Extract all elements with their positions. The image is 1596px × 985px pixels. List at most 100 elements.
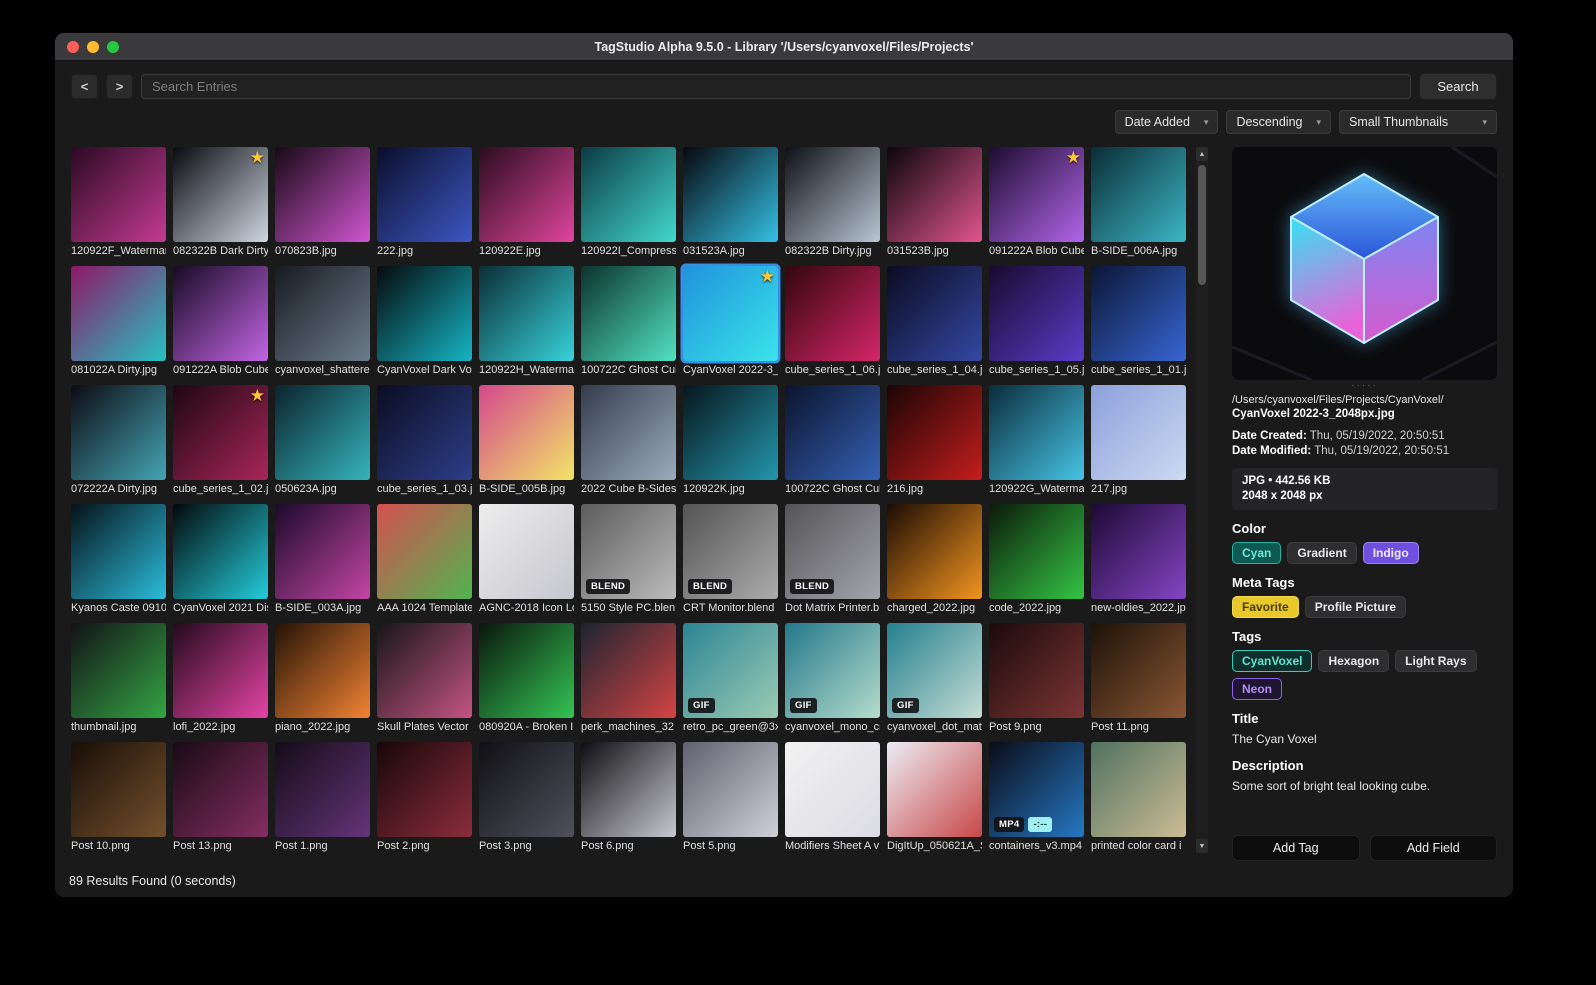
grid-item[interactable]: 081022A Dirty.jpg: [71, 266, 166, 377]
thumbnail[interactable]: [479, 623, 574, 718]
thumbnail[interactable]: [275, 504, 370, 599]
thumbnail[interactable]: [71, 266, 166, 361]
thumbnail[interactable]: [377, 147, 472, 242]
grid-item[interactable]: Post 10.png: [71, 742, 166, 853]
tag-pill[interactable]: Profile Picture: [1304, 596, 1407, 618]
thumbnail[interactable]: [377, 742, 472, 837]
thumbnail[interactable]: [377, 504, 472, 599]
thumbnail[interactable]: ★: [173, 385, 268, 480]
tag-pill[interactable]: Hexagon: [1318, 650, 1390, 672]
title-value[interactable]: The Cyan Voxel: [1232, 732, 1497, 747]
grid-item[interactable]: cube_series_1_04.j: [887, 266, 982, 377]
scrollbar-track[interactable]: [1196, 161, 1208, 839]
thumbnail[interactable]: [989, 385, 1084, 480]
thumbnail[interactable]: BLEND: [785, 504, 880, 599]
grid-item[interactable]: ★ cube_series_1_02.j: [173, 385, 268, 496]
thumbnail[interactable]: GIF: [887, 623, 982, 718]
grid-item[interactable]: 217.jpg: [1091, 385, 1186, 496]
thumbnail[interactable]: ★: [683, 266, 778, 361]
close-button[interactable]: [67, 40, 79, 53]
grid-item[interactable]: charged_2022.jpg: [887, 504, 982, 615]
grid-item[interactable]: cube_series_1_06.j: [785, 266, 880, 377]
grid-item[interactable]: B-SIDE_006A.jpg: [1091, 147, 1186, 258]
grid-item[interactable]: 031523B.jpg: [887, 147, 982, 258]
thumbnail-size-dropdown[interactable]: Small Thumbnails ▾: [1339, 110, 1497, 134]
thumbnail[interactable]: [479, 385, 574, 480]
grid-item[interactable]: 2022 Cube B-Sides: [581, 385, 676, 496]
grid-item[interactable]: code_2022.jpg: [989, 504, 1084, 615]
thumbnail[interactable]: [173, 623, 268, 718]
grid-item[interactable]: GIF cyanvoxel_mono_cr: [785, 623, 880, 734]
preview-image[interactable]: [1232, 147, 1497, 380]
tag-pill[interactable]: CyanVoxel: [1232, 650, 1313, 672]
thumbnail[interactable]: [1091, 742, 1186, 837]
thumbnail[interactable]: [887, 742, 982, 837]
grid-item[interactable]: CyanVoxel 2021 Dis: [173, 504, 268, 615]
grid-item[interactable]: Kyanos Caste 0910: [71, 504, 166, 615]
scrollbar[interactable]: ▲ ▼: [1196, 147, 1208, 853]
grid-item[interactable]: 120922K.jpg: [683, 385, 778, 496]
thumbnail[interactable]: GIF: [683, 623, 778, 718]
resize-handle[interactable]: ·····: [1232, 380, 1497, 393]
grid-item[interactable]: Post 1.png: [275, 742, 370, 853]
thumbnail[interactable]: [173, 742, 268, 837]
grid-item[interactable]: AGNC-2018 Icon Lo: [479, 504, 574, 615]
thumbnail[interactable]: [581, 623, 676, 718]
grid-item[interactable]: 072222A Dirty.jpg: [71, 385, 166, 496]
grid-item[interactable]: cyanvoxel_shattere: [275, 266, 370, 377]
grid-item[interactable]: Post 6.png: [581, 742, 676, 853]
grid-item[interactable]: GIF retro_pc_green@3x: [683, 623, 778, 734]
grid-item[interactable]: 082322B Dirty.jpg: [785, 147, 880, 258]
grid-item[interactable]: lofi_2022.jpg: [173, 623, 268, 734]
forward-button[interactable]: >: [106, 74, 133, 99]
grid-item[interactable]: BLEND Dot Matrix Printer.b: [785, 504, 880, 615]
grid-item[interactable]: ★ 082322B Dark Dirty: [173, 147, 268, 258]
thumbnail[interactable]: [71, 147, 166, 242]
thumbnail[interactable]: [887, 504, 982, 599]
grid-item[interactable]: 100722C Ghost Cub: [785, 385, 880, 496]
scroll-down-icon[interactable]: ▼: [1196, 839, 1208, 853]
add-tag-button[interactable]: Add Tag: [1232, 835, 1360, 861]
thumbnail[interactable]: [785, 385, 880, 480]
grid-item[interactable]: 216.jpg: [887, 385, 982, 496]
thumbnail[interactable]: [683, 385, 778, 480]
grid-item[interactable]: perk_machines_32: [581, 623, 676, 734]
back-button[interactable]: <: [71, 74, 98, 99]
grid-item[interactable]: CyanVoxel Dark Vox: [377, 266, 472, 377]
grid-item[interactable]: thumbnail.jpg: [71, 623, 166, 734]
add-field-button[interactable]: Add Field: [1369, 835, 1497, 861]
grid-item[interactable]: new-oldies_2022.jp: [1091, 504, 1186, 615]
tag-pill[interactable]: Cyan: [1232, 542, 1282, 564]
thumbnail[interactable]: [683, 147, 778, 242]
minimize-button[interactable]: [87, 40, 99, 53]
tag-pill[interactable]: Neon: [1232, 678, 1282, 700]
grid-item[interactable]: cube_series_1_01.j: [1091, 266, 1186, 377]
grid-item[interactable]: Post 2.png: [377, 742, 472, 853]
grid-item[interactable]: DigItUp_050621A_S: [887, 742, 982, 853]
grid-item[interactable]: 120922H_Waterma: [479, 266, 574, 377]
grid-item[interactable]: BLEND 5150 Style PC.blen: [581, 504, 676, 615]
thumbnail[interactable]: [71, 504, 166, 599]
grid-item[interactable]: B-SIDE_005B.jpg: [479, 385, 574, 496]
grid-item[interactable]: 100722C Ghost Cub: [581, 266, 676, 377]
thumbnail[interactable]: [785, 742, 880, 837]
scroll-up-icon[interactable]: ▲: [1196, 147, 1208, 161]
search-input[interactable]: [141, 74, 1411, 99]
grid-item[interactable]: BLEND CRT Monitor.blend: [683, 504, 778, 615]
grid-item[interactable]: 091222A Blob Cube: [173, 266, 268, 377]
thumbnail[interactable]: MP4 -:--: [989, 742, 1084, 837]
sort-direction-dropdown[interactable]: Descending ▾: [1226, 110, 1331, 134]
grid-item[interactable]: Post 9.png: [989, 623, 1084, 734]
grid-item[interactable]: B-SIDE_003A.jpg: [275, 504, 370, 615]
thumbnail[interactable]: [581, 742, 676, 837]
grid-item[interactable]: GIF cyanvoxel_dot_mat: [887, 623, 982, 734]
thumbnail[interactable]: [887, 266, 982, 361]
tag-pill[interactable]: Indigo: [1362, 542, 1419, 564]
grid-item[interactable]: 120922F_Watermark: [71, 147, 166, 258]
thumbnail[interactable]: [275, 623, 370, 718]
grid-item[interactable]: piano_2022.jpg: [275, 623, 370, 734]
thumbnail[interactable]: [479, 147, 574, 242]
thumbnail[interactable]: [173, 266, 268, 361]
thumbnail[interactable]: BLEND: [683, 504, 778, 599]
grid-item[interactable]: ★ CyanVoxel 2022-3_: [683, 266, 778, 377]
